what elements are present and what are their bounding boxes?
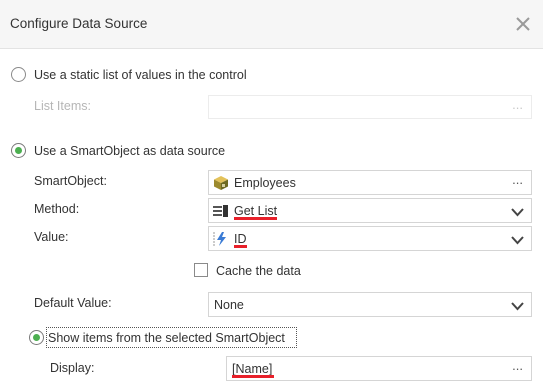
chevron-down-icon[interactable]: [511, 300, 524, 311]
display-label: Display:: [50, 361, 95, 375]
static-list-radio[interactable]: [11, 67, 26, 82]
smartobject-radio[interactable]: [11, 143, 26, 158]
display-ellipsis-button[interactable]: ...: [512, 358, 523, 373]
smartobject-label: SmartObject:: [34, 174, 107, 188]
default-value-value: None: [214, 298, 244, 312]
smartobject-ellipsis-button[interactable]: ...: [512, 172, 523, 187]
value-dropdown[interactable]: ID: [208, 226, 532, 251]
display-error-underline: [232, 375, 274, 378]
display-value: [Name]: [232, 362, 273, 376]
method-dropdown[interactable]: Get List: [208, 198, 532, 223]
display-field[interactable]: [Name] ...: [226, 356, 532, 381]
dialog-title: Configure Data Source: [10, 16, 148, 31]
configure-data-source-dialog: Configure Data Source Use a static list …: [0, 0, 543, 392]
smartobject-picker[interactable]: Employees ...: [208, 170, 532, 195]
close-icon[interactable]: [510, 11, 536, 37]
show-items-radio[interactable]: [29, 330, 44, 345]
list-method-icon: [213, 203, 229, 219]
default-value-dropdown[interactable]: None: [208, 292, 532, 317]
list-items-field: ...: [208, 95, 532, 119]
method-error-underline: [234, 217, 277, 220]
value-label: Value:: [34, 230, 69, 244]
show-items-label[interactable]: Show items from the selected SmartObject: [48, 331, 285, 345]
method-value: Get List: [234, 204, 278, 218]
default-value-label: Default Value:: [34, 296, 112, 310]
list-items-ellipsis-button: ...: [512, 97, 523, 112]
value-value: ID: [234, 232, 247, 246]
cache-data-label[interactable]: Cache the data: [216, 264, 301, 278]
value-error-underline: [234, 245, 247, 248]
chevron-down-icon[interactable]: [511, 206, 524, 217]
dialog-header: Configure Data Source: [0, 0, 543, 49]
cache-data-checkbox[interactable]: [194, 263, 208, 277]
smartobject-cube-icon: [213, 175, 229, 191]
property-lightning-icon: [213, 231, 229, 247]
smartobject-radio-label[interactable]: Use a SmartObject as data source: [34, 144, 225, 158]
static-list-radio-label[interactable]: Use a static list of values in the contr…: [34, 68, 247, 82]
chevron-down-icon[interactable]: [511, 234, 524, 245]
smartobject-value: Employees: [234, 176, 296, 190]
list-items-label: List Items:: [34, 99, 91, 113]
method-label: Method:: [34, 202, 80, 216]
